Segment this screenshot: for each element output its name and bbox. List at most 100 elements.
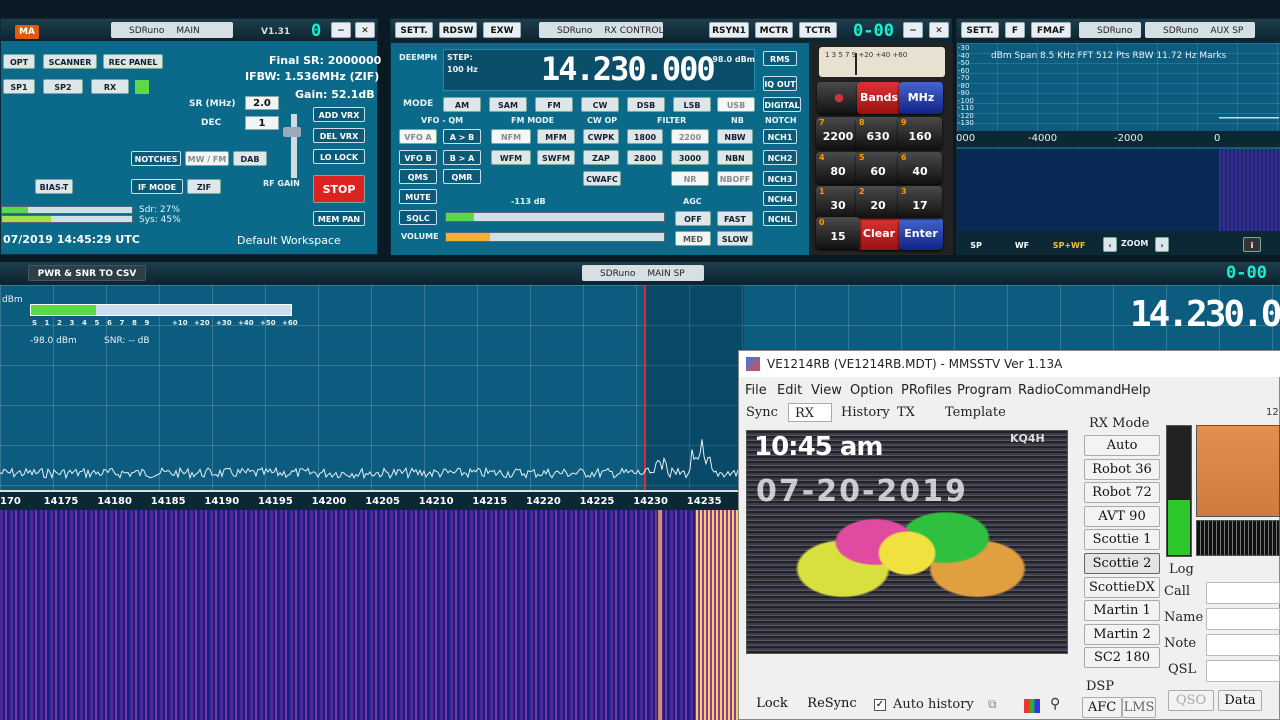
- palette-icon[interactable]: [1024, 699, 1040, 713]
- wfm-button[interactable]: WFM: [491, 150, 531, 165]
- rdsw-button[interactable]: RDSW: [439, 22, 477, 38]
- dab-button[interactable]: DAB: [233, 151, 267, 166]
- zoom-out-button[interactable]: ‹: [1103, 237, 1117, 252]
- lo-lock-button[interactable]: LO LOCK: [313, 149, 365, 164]
- rsyn1-button[interactable]: RSYN1: [709, 22, 749, 38]
- menu-option[interactable]: Option: [850, 383, 893, 398]
- keypad-key-0[interactable]: 0 15: [816, 217, 860, 249]
- keypad-key-7[interactable]: 7 2200: [816, 117, 860, 149]
- menu-program[interactable]: Program: [957, 383, 1012, 398]
- nbw-button[interactable]: NBW: [717, 129, 753, 144]
- nch3-button[interactable]: NCH3: [763, 171, 797, 186]
- nr-button[interactable]: NR: [671, 171, 709, 186]
- zoom-in-button[interactable]: ›: [1155, 237, 1169, 252]
- qmr-button[interactable]: QMR: [443, 169, 481, 184]
- log-qsl-input[interactable]: [1206, 660, 1280, 682]
- mode-sam-button[interactable]: SAM: [489, 97, 527, 112]
- mode-cw-button[interactable]: CW: [581, 97, 619, 112]
- squelch-bar[interactable]: [445, 212, 665, 222]
- add-vrx-button[interactable]: ADD VRX: [313, 107, 365, 122]
- close-button[interactable]: ✕: [355, 22, 375, 38]
- cwpk-button[interactable]: CWPK: [583, 129, 619, 144]
- tctr-button[interactable]: TCTR: [799, 22, 837, 38]
- aux-info-button[interactable]: i: [1243, 237, 1261, 252]
- sr-input[interactable]: 2.0: [245, 96, 279, 110]
- nch1-button[interactable]: NCH1: [763, 129, 797, 144]
- tab-rx[interactable]: RX: [788, 403, 832, 422]
- nfm-button[interactable]: NFM: [491, 129, 531, 144]
- lock-button[interactable]: Lock: [746, 694, 798, 715]
- menu-help[interactable]: Help: [1121, 383, 1151, 398]
- keypad-key-8[interactable]: 8 630: [856, 117, 900, 149]
- sp1-button[interactable]: SP1: [3, 79, 35, 94]
- iq-out-button[interactable]: IQ OUT: [763, 76, 797, 91]
- mode-fm-button[interactable]: FM: [535, 97, 573, 112]
- rx-mode-scottie-2[interactable]: Scottie 2: [1084, 553, 1160, 574]
- rx-mode-martin-2[interactable]: Martin 2: [1084, 623, 1160, 645]
- a-to-b-button[interactable]: A > B: [443, 129, 481, 144]
- rms-button[interactable]: RMS: [763, 51, 797, 66]
- notches-button[interactable]: NOTCHES: [131, 151, 181, 166]
- zif-button[interactable]: ZIF: [187, 179, 221, 194]
- del-vrx-button[interactable]: DEL VRX: [313, 128, 365, 143]
- keypad-key-3[interactable]: 3 17: [898, 186, 942, 218]
- log-call-input[interactable]: [1206, 582, 1280, 604]
- mode-lsb-button[interactable]: LSB: [673, 97, 711, 112]
- digital-button[interactable]: DIGITAL: [763, 97, 801, 112]
- data-button[interactable]: Data: [1218, 690, 1262, 711]
- rf-gain-slider[interactable]: [291, 114, 297, 178]
- rx-sett-button[interactable]: SETT.: [395, 22, 433, 38]
- menu-file[interactable]: File: [745, 383, 767, 398]
- menu-edit[interactable]: Edit: [777, 383, 802, 398]
- nbn-button[interactable]: NBN: [717, 150, 753, 165]
- rx-close-button[interactable]: ✕: [929, 22, 949, 38]
- nboff-button[interactable]: NBOFF: [717, 171, 753, 186]
- swfm-button[interactable]: SWFM: [537, 150, 575, 165]
- keypad-key-9[interactable]: 9 160: [898, 117, 942, 149]
- filter-2800-button[interactable]: 2800: [627, 150, 663, 165]
- scanner-button[interactable]: SCANNER: [43, 54, 97, 69]
- mode-am-button[interactable]: AM: [443, 97, 481, 112]
- bias-t-button[interactable]: BIAS-T: [35, 179, 73, 194]
- keypad-key-5[interactable]: 5 60: [856, 152, 900, 184]
- mfm-button[interactable]: MFM: [537, 129, 575, 144]
- rx-mode-scottiedx[interactable]: ScottieDX: [1084, 576, 1160, 598]
- rx-mode-auto[interactable]: Auto: [1084, 435, 1160, 456]
- menu-radiocommand[interactable]: RadioCommand: [1018, 383, 1121, 398]
- filter-3000-button[interactable]: 3000: [671, 150, 709, 165]
- ma-badge[interactable]: MA: [15, 25, 39, 39]
- keypad-key-4[interactable]: 4 80: [816, 152, 860, 184]
- lms-button[interactable]: LMS: [1122, 697, 1156, 718]
- agc-slow-button[interactable]: SLOW: [717, 231, 753, 246]
- copy-icon[interactable]: ⧉: [988, 697, 1014, 713]
- rx-mode-sc2-180[interactable]: SC2 180: [1084, 647, 1160, 669]
- b-to-a-button[interactable]: B > A: [443, 150, 481, 165]
- auto-history-checkbox[interactable]: ✓: [874, 699, 886, 711]
- log-note-input[interactable]: [1206, 634, 1280, 656]
- nch2-button[interactable]: NCH2: [763, 150, 797, 165]
- mode-dsb-button[interactable]: DSB: [627, 97, 665, 112]
- mhz-key[interactable]: MHz: [899, 82, 943, 114]
- mem-pan-button[interactable]: MEM PAN: [313, 211, 365, 226]
- zoom-icon[interactable]: ⚲: [1050, 696, 1060, 712]
- tab-sync[interactable]: Sync: [746, 403, 778, 422]
- agc-med-button[interactable]: MED: [675, 231, 711, 246]
- filter-2200-button[interactable]: 2200: [671, 129, 709, 144]
- vfo-a-button[interactable]: VFO A: [399, 129, 437, 144]
- bands-key[interactable]: Bands: [857, 82, 901, 114]
- minimize-button[interactable]: −: [331, 22, 351, 38]
- aux-sett-button[interactable]: SETT.: [961, 22, 999, 38]
- zap-button[interactable]: ZAP: [583, 150, 619, 165]
- rx-button[interactable]: RX: [91, 79, 129, 94]
- volume-bar[interactable]: [445, 232, 665, 242]
- tab-tx[interactable]: TX: [897, 403, 915, 422]
- sqlc-button[interactable]: SQLC: [399, 210, 437, 225]
- rf-gain-thumb[interactable]: [283, 127, 301, 137]
- nch4-button[interactable]: NCH4: [763, 191, 797, 206]
- menu-view[interactable]: View: [811, 383, 842, 398]
- tab-template[interactable]: Template: [945, 403, 1006, 422]
- cwafc-button[interactable]: CWAFC: [583, 171, 621, 186]
- afc-button[interactable]: AFC: [1082, 697, 1122, 718]
- tab-history[interactable]: History: [841, 403, 890, 422]
- rx-minimize-button[interactable]: −: [903, 22, 923, 38]
